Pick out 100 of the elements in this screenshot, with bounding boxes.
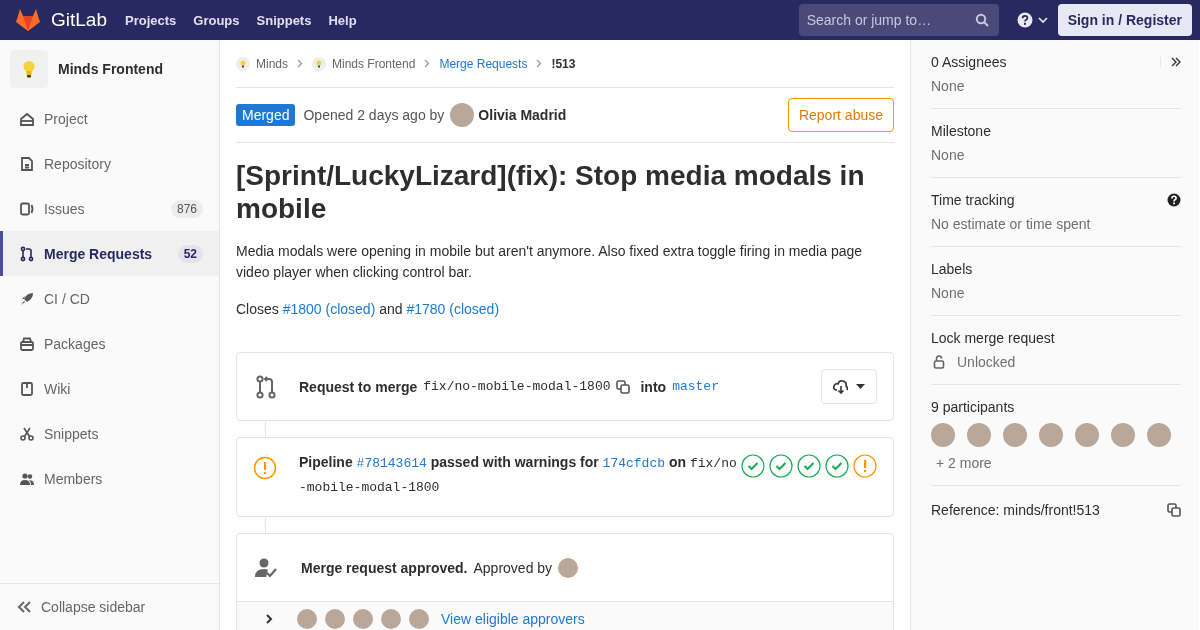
approver-avatar[interactable] bbox=[381, 609, 401, 629]
section-title: Milestone bbox=[931, 123, 991, 139]
sidebar-item[interactable]: CI / CD bbox=[0, 276, 219, 321]
caret-down-icon bbox=[1037, 16, 1048, 24]
download-dropdown[interactable] bbox=[821, 369, 877, 404]
check-status-icon[interactable] bbox=[825, 454, 849, 478]
pipeline-status-text: Pipeline #78143614 passed with warnings for 174cfdcb on fix/no-mobile-modal-1800 bbox=[299, 453, 737, 497]
user-check-icon bbox=[255, 556, 279, 579]
count-badge: 876 bbox=[170, 199, 203, 218]
sidebar-item[interactable]: Snippets bbox=[0, 411, 219, 456]
check-status-icon[interactable] bbox=[769, 454, 793, 478]
chevron-right-icon bbox=[424, 59, 431, 68]
participant-avatar[interactable] bbox=[967, 423, 991, 447]
warning-status-icon[interactable] bbox=[853, 454, 877, 478]
expand-icon[interactable] bbox=[1160, 57, 1181, 67]
breadcrumb-link[interactable]: Minds bbox=[256, 56, 288, 71]
search-field[interactable]: Search or jump to… bbox=[798, 4, 999, 36]
issue-link[interactable]: #1780 (closed) bbox=[406, 301, 500, 317]
approved-by-label: Approved by bbox=[473, 559, 553, 576]
chevron-right-icon[interactable] bbox=[265, 613, 273, 625]
section-title: Reference: minds/front!513 bbox=[931, 502, 1100, 518]
breadcrumb-link[interactable]: !513 bbox=[551, 56, 576, 71]
copy-icon[interactable] bbox=[1167, 503, 1181, 517]
issue-link[interactable]: #1800 (closed) bbox=[282, 301, 376, 317]
sidebar-item[interactable]: Issues 876 bbox=[0, 186, 219, 231]
unlocked-icon bbox=[933, 355, 945, 369]
merge-request-icon bbox=[255, 374, 277, 399]
package-icon bbox=[19, 335, 35, 352]
author-avatar[interactable] bbox=[450, 103, 475, 127]
chevron-right-icon bbox=[297, 59, 303, 68]
check-status-icon[interactable] bbox=[797, 454, 821, 478]
view-approvers-link[interactable]: View eligible approvers bbox=[441, 611, 585, 627]
nav-link[interactable]: Groups bbox=[193, 12, 240, 28]
users-icon bbox=[19, 470, 35, 487]
participant-avatar[interactable] bbox=[1003, 423, 1027, 447]
report-abuse-button[interactable]: Report abuse bbox=[787, 98, 894, 132]
help-icon[interactable] bbox=[1167, 193, 1181, 207]
project-avatar[interactable] bbox=[10, 50, 48, 88]
search-icon bbox=[974, 13, 989, 27]
help-icon bbox=[1016, 12, 1033, 28]
nav-link[interactable]: Help bbox=[328, 12, 357, 28]
home-icon bbox=[19, 110, 35, 127]
section-title: 9 participants bbox=[931, 399, 1015, 415]
sidebar-item[interactable]: Project bbox=[0, 96, 219, 141]
more-participants-link[interactable]: + 2 more bbox=[936, 455, 1181, 471]
warning-status-icon bbox=[253, 456, 277, 480]
request-to-merge-label: Request to merge bbox=[299, 378, 418, 395]
caret-down-icon bbox=[856, 384, 865, 389]
copy-icon[interactable] bbox=[616, 379, 631, 394]
approver-avatar[interactable] bbox=[558, 557, 579, 578]
section-value: None bbox=[931, 78, 965, 94]
project-avatar bbox=[312, 56, 326, 71]
nav-link[interactable]: Snippets bbox=[256, 12, 312, 28]
count-badge: 52 bbox=[177, 244, 203, 263]
into-label: into bbox=[640, 378, 667, 395]
breadcrumb-link[interactable]: Merge Requests bbox=[439, 56, 528, 71]
participant-avatar[interactable] bbox=[1147, 423, 1171, 447]
project-name[interactable]: Minds Frontend bbox=[58, 61, 163, 77]
breadcrumb-link[interactable]: Minds Frontend bbox=[332, 56, 416, 71]
participant-avatar[interactable] bbox=[931, 423, 955, 447]
section-value: Unlocked bbox=[957, 354, 1016, 370]
section-title: Lock merge request bbox=[931, 330, 1055, 346]
section-value: None bbox=[931, 147, 965, 163]
merge-icon bbox=[19, 245, 35, 262]
nav-link[interactable]: Projects bbox=[125, 12, 177, 28]
approver-avatar[interactable] bbox=[297, 609, 317, 629]
merged-status-badge: Merged bbox=[236, 104, 296, 126]
pipeline-link[interactable]: #78143614 bbox=[356, 456, 427, 471]
approver-avatar[interactable] bbox=[353, 609, 373, 629]
chevron-right-icon bbox=[536, 59, 543, 68]
sidebar-item[interactable]: Packages bbox=[0, 321, 219, 366]
logo-text[interactable]: GitLab bbox=[51, 9, 107, 31]
lightbulb-icon bbox=[22, 60, 36, 78]
merge-request-title: [Sprint/LuckyLizard](fix): Stop media modals in mobile bbox=[236, 159, 866, 225]
sidebar-item[interactable]: Members bbox=[0, 456, 219, 501]
project-avatar bbox=[236, 56, 250, 71]
approver-avatar[interactable] bbox=[325, 609, 345, 629]
source-branch: fix/no-mobile-modal-1800 bbox=[423, 379, 611, 394]
participant-avatar[interactable] bbox=[1039, 423, 1063, 447]
sidebar-item[interactable]: Wiki bbox=[0, 366, 219, 411]
sidebar-item[interactable]: Repository bbox=[0, 141, 219, 186]
section-title: 0 Assignees bbox=[931, 54, 1007, 70]
fox-logo-icon[interactable] bbox=[15, 8, 41, 32]
book-icon bbox=[19, 380, 35, 397]
scissors-icon bbox=[19, 425, 35, 442]
section-value: None bbox=[931, 285, 965, 301]
sign-in-button[interactable]: Sign in / Register bbox=[1057, 4, 1192, 36]
doc-icon bbox=[19, 155, 35, 172]
participant-avatar[interactable] bbox=[1111, 423, 1135, 447]
check-status-icon[interactable] bbox=[741, 454, 765, 478]
approver-avatar[interactable] bbox=[409, 609, 429, 629]
closes-text: Closes #1800 (closed) and #1780 (closed) bbox=[236, 300, 501, 319]
author-link[interactable]: Olivia Madrid bbox=[478, 107, 567, 123]
target-branch-link[interactable]: master bbox=[672, 379, 719, 394]
help-dropdown[interactable] bbox=[1016, 12, 1048, 28]
participant-avatar[interactable] bbox=[1075, 423, 1099, 447]
section-value: No estimate or time spent bbox=[931, 216, 1091, 232]
sidebar-item[interactable]: Merge Requests 52 bbox=[0, 231, 219, 276]
section-title: Time tracking bbox=[931, 192, 1015, 208]
commit-link[interactable]: 174cfdcb bbox=[602, 456, 666, 471]
